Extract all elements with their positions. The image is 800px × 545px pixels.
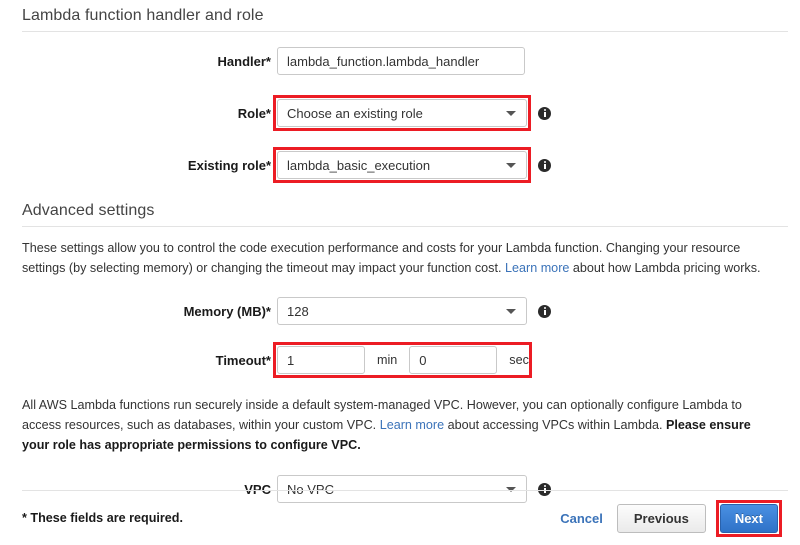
memory-field-wrap: 128 [277, 297, 551, 325]
advanced-settings-title: Advanced settings [22, 202, 155, 219]
memory-label: Memory (MB)* [183, 303, 271, 319]
advanced-settings-description: These settings allow you to control the … [0, 238, 800, 278]
handler-row: Handler* [0, 46, 800, 76]
role-field-wrap: Choose an existing role [273, 95, 551, 131]
memory-select-value: 128 [287, 303, 309, 319]
previous-button[interactable]: Previous [616, 503, 706, 533]
existing-role-field-wrap: lambda_basic_execution [273, 147, 551, 183]
info-icon[interactable] [538, 106, 551, 120]
role-row: Role* Choose an existing role [0, 95, 800, 131]
page-title: Lambda function handler and role [22, 7, 264, 24]
handler-field-wrap [277, 47, 525, 75]
role-label: Role* [237, 105, 271, 121]
next-button[interactable]: Next [719, 503, 778, 533]
footer-inner: * These fields are required. Cancel Prev… [0, 491, 800, 545]
vpc-learn-more-link[interactable]: Learn more [380, 418, 444, 432]
next-button-wrap: Next [715, 499, 782, 537]
lambda-configuration-page: Lambda function handler and role Handler… [0, 0, 800, 545]
section-divider [22, 31, 788, 32]
existing-role-label: Existing role* [187, 157, 271, 173]
timeout-field-wrap: min sec [273, 342, 541, 378]
vpc-desc-part2: about accessing VPCs within Lambda. [444, 418, 667, 432]
role-select-value: Choose an existing role [287, 105, 423, 121]
footer: * These fields are required. Cancel Prev… [0, 490, 800, 545]
timeout-seconds-unit: sec [509, 353, 529, 367]
advanced-settings-section: Advanced settings [0, 202, 800, 227]
existing-role-row: Existing role* lambda_basic_execution [0, 147, 800, 183]
timeout-label: Timeout* [215, 352, 271, 368]
info-icon[interactable] [538, 304, 551, 318]
handler-input[interactable] [277, 47, 525, 75]
footer-actions: Cancel Previous Next [560, 499, 782, 537]
required-fields-note: * These fields are required. [22, 511, 183, 525]
timeout-seconds-input[interactable] [409, 346, 498, 374]
timeout-row: Timeout* min sec [0, 342, 800, 378]
role-select[interactable]: Choose an existing role [277, 99, 527, 127]
timeout-group: min sec [277, 346, 541, 374]
section-divider [22, 226, 788, 227]
advanced-desc-part2: about how Lambda pricing works. [569, 261, 761, 275]
chevron-down-icon [506, 111, 516, 116]
cancel-link[interactable]: Cancel [560, 511, 603, 526]
advanced-learn-more-link[interactable]: Learn more [505, 261, 569, 275]
vpc-description: All AWS Lambda functions run securely in… [0, 395, 800, 455]
memory-row: Memory (MB)* 128 [0, 296, 800, 326]
timeout-minutes-unit: min [377, 353, 398, 367]
handler-label: Handler* [217, 53, 271, 69]
info-icon[interactable] [538, 158, 551, 172]
memory-select[interactable]: 128 [277, 297, 527, 325]
handler-and-role-section: Lambda function handler and role [0, 0, 800, 32]
chevron-down-icon [506, 163, 516, 168]
existing-role-select[interactable]: lambda_basic_execution [277, 151, 527, 179]
existing-role-select-value: lambda_basic_execution [287, 157, 431, 173]
chevron-down-icon [506, 309, 516, 314]
timeout-minutes-input[interactable] [277, 346, 365, 374]
